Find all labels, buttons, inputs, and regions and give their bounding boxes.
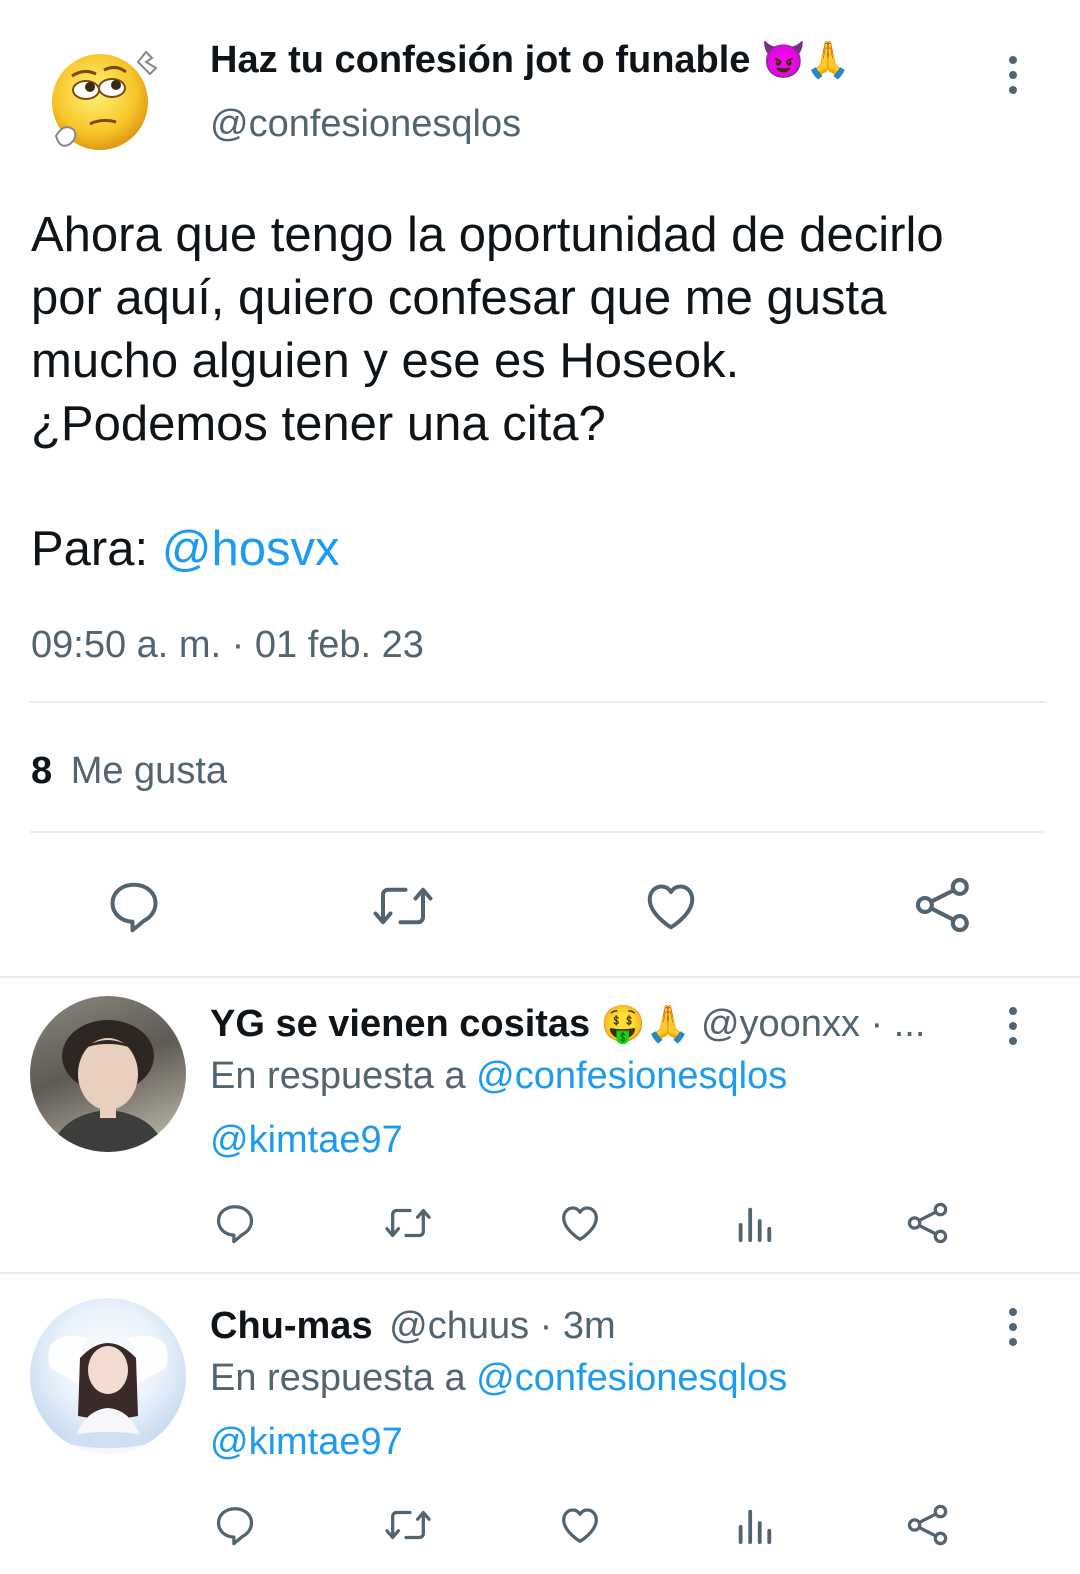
- more-icon[interactable]: [1007, 1308, 1019, 1346]
- reply-handle-meta[interactable]: @chuus · 3m: [389, 1305, 616, 1347]
- person-photo-icon: [50, 1020, 166, 1152]
- reply-author-name[interactable]: YG se vienen cositas: [210, 1003, 590, 1045]
- divider: [30, 701, 1046, 703]
- share-icon[interactable]: [905, 1502, 951, 1548]
- reply-to-link[interactable]: @confesionesqlos: [476, 1357, 787, 1399]
- more-icon[interactable]: [1007, 1007, 1019, 1045]
- divider: [0, 1272, 1080, 1274]
- thinking-face-avatar-icon: [52, 50, 158, 150]
- share-icon[interactable]: [912, 874, 974, 936]
- tweet-author-handle[interactable]: @confesionesqlos: [210, 100, 521, 148]
- tweet-author-name[interactable]: Haz tu confesión jot o funable 😈🙏: [210, 36, 851, 84]
- tweet-timestamp[interactable]: 09:50 a. m. · 01 feb. 23: [31, 622, 424, 668]
- tweet-body-line: Ahora que tengo la oportunidad de decirl…: [31, 208, 944, 262]
- reply-header: YG se vienen cositas 🤑🙏 @yoonxx · ...: [210, 1000, 925, 1048]
- reply-icon[interactable]: [212, 1502, 258, 1548]
- reply-icon[interactable]: [212, 1200, 258, 1246]
- angel-photo-icon: [48, 1336, 168, 1454]
- reply-avatar[interactable]: [30, 1298, 186, 1454]
- author-display-name: Haz tu confesión jot o funable: [210, 39, 751, 81]
- divider: [30, 831, 1046, 833]
- tweet-body: Ahora que tengo la oportunidad de decirl…: [31, 204, 1051, 456]
- views-icon[interactable]: [734, 1504, 774, 1546]
- reply-context: En respuesta a @confesionesqlos: [210, 1354, 787, 1402]
- tweet-avatar[interactable]: [46, 40, 170, 158]
- likes-count: 8: [31, 750, 53, 792]
- reply-header: Chu-mas @chuus · 3m: [210, 1302, 616, 1350]
- tweet-body-line: mucho alguien y ese es Hoseok.: [31, 334, 740, 388]
- more-icon[interactable]: [1007, 56, 1019, 94]
- reply-context: En respuesta a @confesionesqlos: [210, 1052, 787, 1100]
- author-name-emojis: 😈🙏: [761, 39, 851, 80]
- likes-label: Me gusta: [70, 750, 228, 792]
- retweet-icon[interactable]: [383, 1502, 433, 1548]
- like-icon[interactable]: [556, 1200, 604, 1246]
- tweet-body-line: por aquí, quiero confesar que me gusta: [31, 271, 887, 325]
- reply-icon[interactable]: [104, 876, 164, 936]
- reply-avatar[interactable]: [30, 996, 186, 1152]
- share-icon[interactable]: [905, 1200, 951, 1246]
- reply-prefix: En respuesta a: [210, 1357, 466, 1399]
- reply-body-mention[interactable]: @kimtae97: [210, 1116, 403, 1164]
- divider: [0, 976, 1080, 978]
- reply-name-emojis: 🤑🙏: [600, 1003, 691, 1044]
- reply-prefix: En respuesta a: [210, 1055, 466, 1097]
- like-icon[interactable]: [556, 1502, 604, 1548]
- likes-stat[interactable]: 8 Me gusta: [31, 748, 227, 794]
- mention-link[interactable]: @hosvx: [162, 522, 340, 576]
- para-label: Para:: [31, 522, 149, 576]
- like-icon[interactable]: [640, 876, 702, 936]
- reply-body-mention[interactable]: @kimtae97: [210, 1418, 403, 1466]
- retweet-icon[interactable]: [383, 1200, 433, 1246]
- views-icon[interactable]: [734, 1202, 774, 1244]
- reply-to-link[interactable]: @confesionesqlos: [476, 1055, 787, 1097]
- tweet-body-line: ¿Podemos tener una cita?: [31, 397, 606, 451]
- retweet-icon[interactable]: [370, 876, 436, 936]
- reply-author-name[interactable]: Chu-mas: [210, 1305, 373, 1347]
- tweet-para-line: Para: @hosvx: [31, 518, 340, 581]
- reply-handle-meta[interactable]: @yoonxx · ...: [701, 1003, 925, 1045]
